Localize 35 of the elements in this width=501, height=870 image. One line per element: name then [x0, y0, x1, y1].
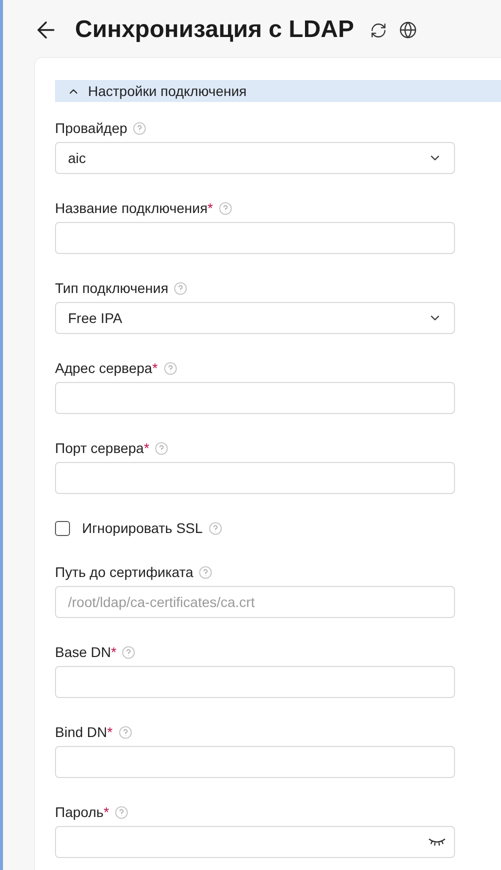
field-label: Bind DN*	[55, 722, 113, 742]
field-label: Порт сервера*	[55, 438, 150, 458]
help-icon[interactable]	[118, 726, 132, 738]
help-icon[interactable]	[115, 806, 128, 818]
closed-eye-icon[interactable]	[428, 837, 446, 847]
input-field[interactable]	[55, 666, 455, 698]
input-field[interactable]	[55, 222, 455, 254]
field-label: Пароль*	[55, 802, 110, 822]
help-icon[interactable]	[155, 442, 168, 454]
help-icon[interactable]	[219, 202, 232, 214]
field-label: Путь до сертификата	[55, 562, 194, 582]
input-field[interactable]	[55, 746, 455, 778]
help-icon[interactable]	[174, 282, 188, 294]
help-icon[interactable]	[164, 362, 177, 374]
input-field[interactable]: /root/ldap/ca-certificates/ca.crt	[55, 586, 455, 618]
input-field[interactable]	[55, 462, 455, 494]
input-field[interactable]	[55, 382, 455, 414]
select-field[interactable]: aic	[55, 142, 455, 174]
page-title: Синхронизация с LDAP	[75, 15, 354, 45]
refresh-icon[interactable]	[370, 22, 387, 38]
field-label: Тип подключения	[55, 278, 168, 298]
help-icon[interactable]	[133, 122, 146, 134]
select-field[interactable]: Free IPA	[55, 302, 455, 334]
checkbox-label: Игнорировать SSL	[82, 518, 203, 538]
field-label: Адрес сервера*	[55, 358, 158, 378]
field-label: Base DN*	[55, 642, 116, 662]
help-icon[interactable]	[208, 522, 222, 534]
password-field[interactable]	[55, 826, 455, 858]
help-icon[interactable]	[199, 566, 212, 578]
globe-icon[interactable]	[399, 21, 417, 39]
field-label: Провайдер	[55, 118, 128, 138]
help-icon[interactable]	[122, 646, 136, 658]
field-label: Название подключения*	[55, 198, 213, 218]
checkbox[interactable]	[55, 520, 70, 536]
section-header[interactable]: Настройки подключения	[55, 80, 501, 102]
